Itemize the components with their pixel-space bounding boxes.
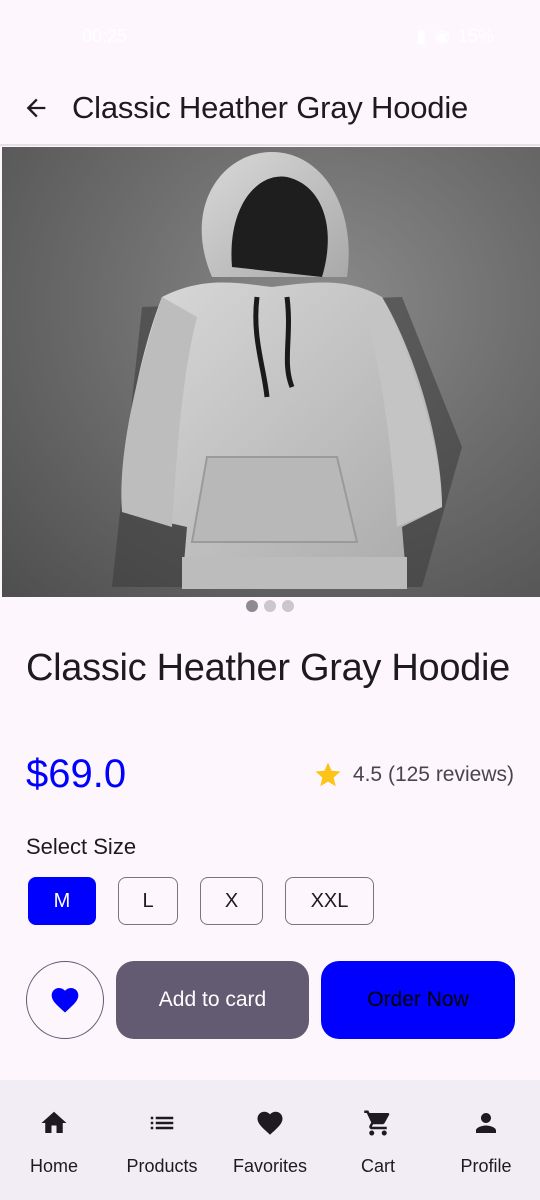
arrow-back-icon	[26, 98, 46, 118]
divider	[0, 144, 540, 146]
product-name: Classic Heather Gray Hoodie	[26, 647, 510, 689]
size-option-m[interactable]: M	[28, 877, 96, 925]
home-icon	[39, 1108, 69, 1138]
rating-text: 4.5 (125 reviews)	[352, 763, 514, 786]
carousel-indicator	[0, 600, 540, 612]
heart-icon	[255, 1108, 285, 1138]
nav-item-cart[interactable]: Cart	[324, 1080, 432, 1200]
star-icon	[315, 762, 341, 787]
nav-label: Cart	[360, 1156, 395, 1176]
nav-item-home[interactable]: Home	[0, 1080, 108, 1200]
nav-label: Home	[29, 1156, 78, 1176]
back-button[interactable]	[0, 72, 72, 144]
app-bar: Classic Heather Gray Hoodie	[0, 72, 540, 144]
carousel-dot[interactable]	[264, 600, 276, 612]
nav-item-favorites[interactable]: Favorites	[216, 1080, 324, 1200]
size-option-xxl[interactable]: XXL	[285, 877, 374, 925]
size-option-l[interactable]: L	[118, 877, 178, 925]
nav-item-products[interactable]: Products	[108, 1080, 216, 1200]
status-bar: 00:25 ▮ ◉ 15%	[0, 0, 540, 72]
nav-label: Favorites	[232, 1156, 308, 1176]
size-label: Select Size	[26, 834, 137, 859]
hoodie-illustration	[112, 152, 462, 589]
nav-item-profile[interactable]: Profile	[432, 1080, 540, 1200]
person-icon	[471, 1108, 501, 1138]
bottom-navigation: Home Products Favorites Cart Profile	[0, 1080, 540, 1200]
nav-label: Products	[126, 1156, 198, 1176]
product-image[interactable]	[2, 147, 540, 597]
cart-icon	[363, 1108, 393, 1138]
page-title: Classic Heather Gray Hoodie	[72, 90, 469, 125]
status-icons: ▮ ◉ 15%	[416, 26, 494, 47]
nav-label: Profile	[460, 1156, 512, 1176]
battery-text: 15%	[457, 25, 494, 46]
heart-icon	[51, 988, 79, 1013]
wifi-icon: ◉	[434, 25, 450, 46]
add-to-cart-button[interactable]: Add to card	[116, 961, 309, 1039]
size-option-x[interactable]: X	[200, 877, 263, 925]
status-time: 00:25	[82, 25, 128, 46]
signal-icon: ▮	[416, 25, 427, 46]
carousel-dot[interactable]	[282, 600, 294, 612]
carousel-dot[interactable]	[246, 600, 258, 612]
order-now-button[interactable]: Order Now	[321, 961, 515, 1039]
product-price: $69.0	[26, 752, 127, 796]
size-selector: M L X XXL	[28, 877, 374, 925]
list-icon	[147, 1108, 177, 1138]
rating: 4.5 (125 reviews)	[313, 760, 514, 790]
favorite-button[interactable]	[26, 961, 104, 1039]
